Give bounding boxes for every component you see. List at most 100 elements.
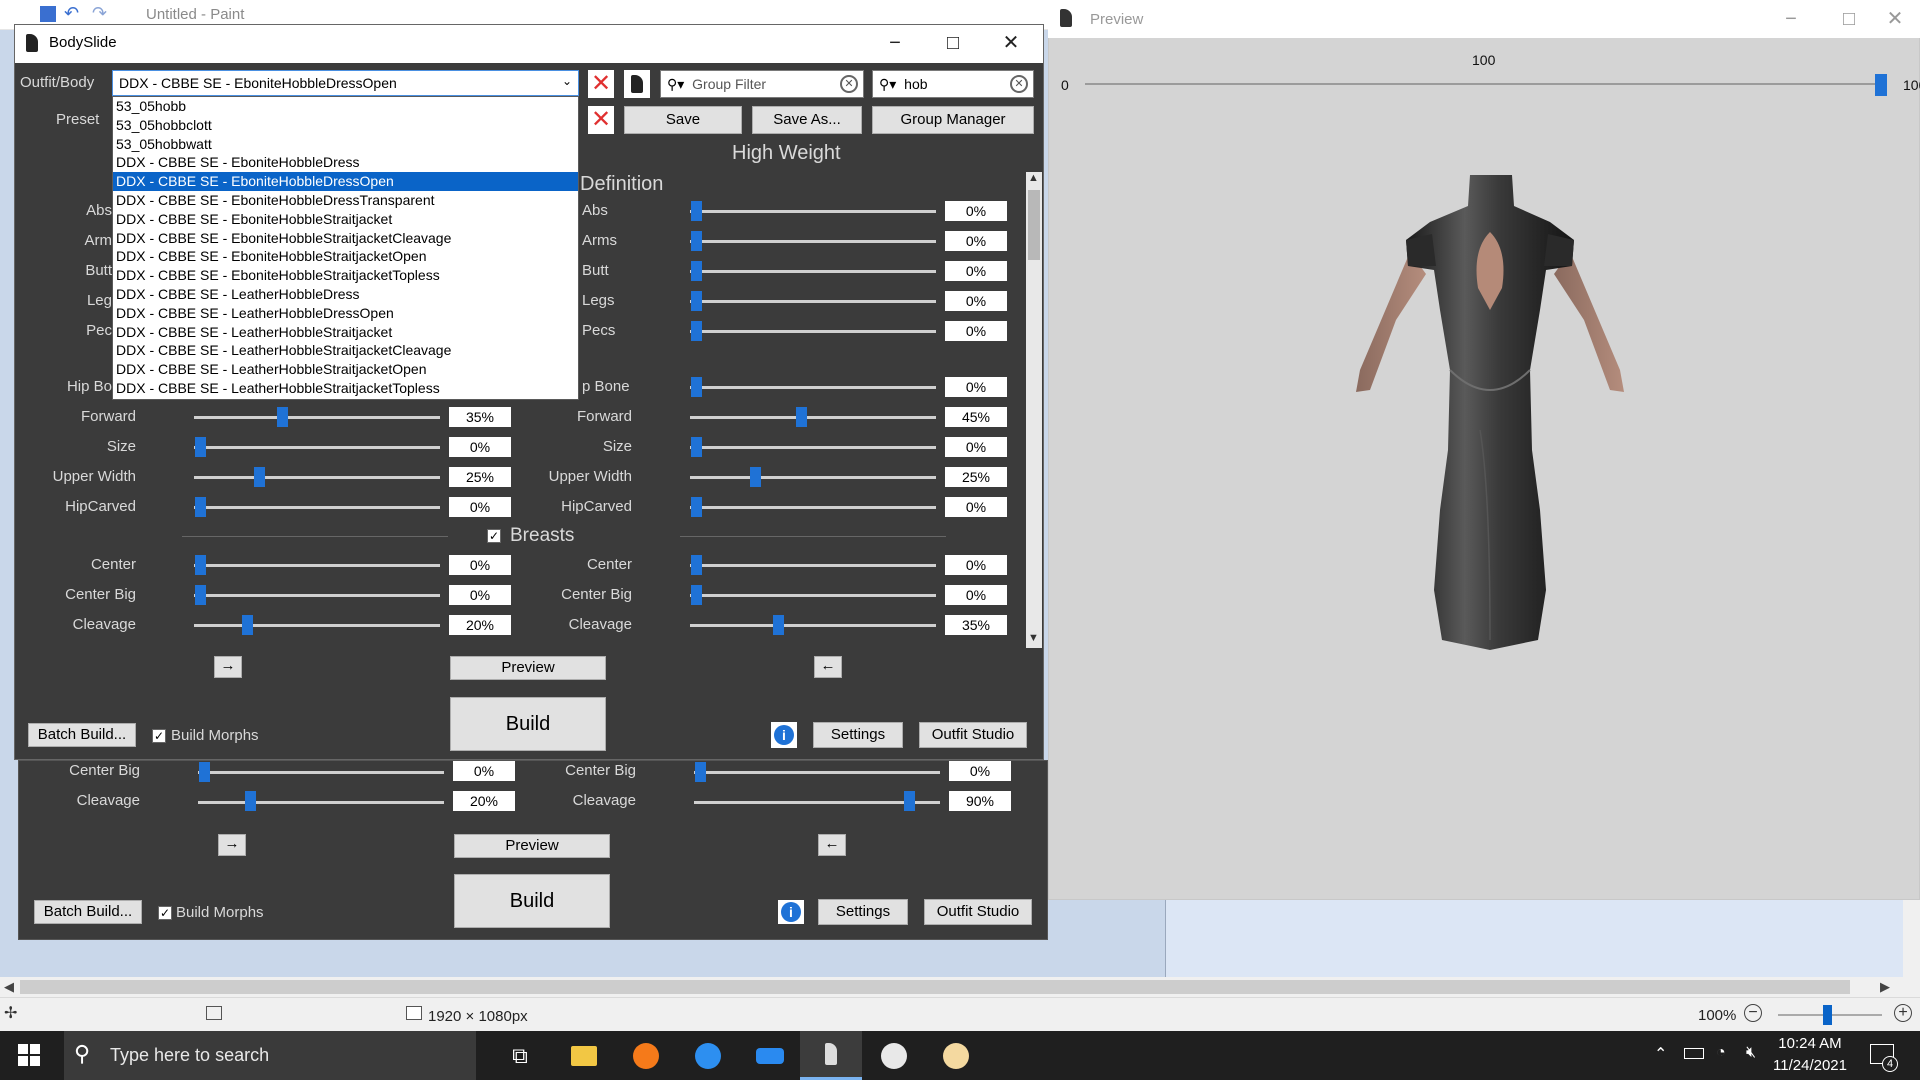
hip-left-value[interactable]: 0% xyxy=(449,437,511,457)
right-definition-value[interactable]: 0% xyxy=(945,261,1007,281)
scroll-down-icon[interactable]: ▼ xyxy=(1028,632,1039,644)
hip-left-slider-thumb[interactable] xyxy=(254,467,265,487)
right-definition-value[interactable]: 0% xyxy=(945,321,1007,341)
taskbar-clock-date[interactable]: 11/24/2021 xyxy=(1768,1057,1852,1074)
outfit-dropdown-item[interactable]: DDX - CBBE SE - EboniteHobbleDressOpen xyxy=(113,172,578,191)
back-batch-build-button[interactable]: Batch Build... xyxy=(34,900,142,924)
firefox-icon[interactable] xyxy=(630,1040,662,1072)
hip-left-slider-thumb[interactable] xyxy=(195,497,206,517)
clear-outfit-filter-icon[interactable]: ✕ xyxy=(1010,75,1028,93)
outfit-dropdown-item[interactable]: 53_05hobbclott xyxy=(113,116,578,135)
outfit-dropdown-item[interactable]: DDX - CBBE SE - LeatherHobbleStraitjacke… xyxy=(113,341,578,360)
breast-right-slider-thumb[interactable] xyxy=(691,585,702,605)
clear-preset-button[interactable]: ✕ xyxy=(588,106,614,134)
show-hidden-icons-icon[interactable]: ⌃ xyxy=(1654,1044,1667,1064)
outfit-dropdown-item[interactable]: DDX - CBBE SE - EboniteHobbleStraitjacke… xyxy=(113,210,578,229)
right-definition-slider-thumb[interactable] xyxy=(691,231,702,251)
scroll-up-icon[interactable]: ▲ xyxy=(1028,172,1039,184)
outfit-dropdown-item[interactable]: DDX - CBBE SE - LeatherHobbleDressOpen xyxy=(113,304,578,323)
breast-right-value[interactable]: 35% xyxy=(945,615,1007,635)
breasts-checkbox[interactable]: ✓ xyxy=(487,529,501,543)
save-as-button[interactable]: Save As... xyxy=(752,106,862,134)
breast-left-slider-thumb[interactable] xyxy=(195,555,206,575)
hip-left-slider[interactable] xyxy=(194,416,440,419)
breast-left-value[interactable]: 0% xyxy=(449,585,511,605)
file-explorer-icon[interactable] xyxy=(568,1040,600,1072)
preview-close-button[interactable]: ✕ xyxy=(1872,4,1918,34)
outfit-dropdown-item[interactable]: 53_05hobbwatt xyxy=(113,135,578,154)
right-definition-slider[interactable] xyxy=(690,240,936,243)
save-icon[interactable] xyxy=(40,6,56,22)
settings-button[interactable]: Settings xyxy=(813,722,903,748)
build-button[interactable]: Build xyxy=(450,697,606,751)
hip-right-slider-thumb[interactable] xyxy=(750,467,761,487)
back-left-slider[interactable] xyxy=(198,771,444,774)
breast-right-slider-thumb[interactable] xyxy=(773,615,784,635)
breast-right-value[interactable]: 0% xyxy=(945,585,1007,605)
bodyslide-minimize-button[interactable]: − xyxy=(872,28,918,58)
right-definition-value[interactable]: 0% xyxy=(945,201,1007,221)
hip-right-slider[interactable] xyxy=(690,416,936,419)
outfit-body-dropdown[interactable]: DDX - CBBE SE - EboniteHobbleDressOpen ⌄ xyxy=(112,70,579,96)
arrow-left-button[interactable]: ← xyxy=(814,656,842,678)
outfit-dropdown-item[interactable]: DDX - CBBE SE - EboniteHobbleDress xyxy=(113,153,578,172)
zoom-in-icon[interactable]: + xyxy=(1894,1004,1912,1022)
breast-left-slider[interactable] xyxy=(194,564,440,567)
back-left-slider[interactable] xyxy=(198,801,444,804)
back-preview-button[interactable]: Preview xyxy=(454,834,610,858)
slider-panel-scroll-thumb[interactable] xyxy=(1028,190,1040,260)
back-left-slider-thumb[interactable] xyxy=(245,791,256,811)
outfit-dropdown-item[interactable]: DDX - CBBE SE - LeatherHobbleStraitjacke… xyxy=(113,379,578,398)
outfit-dropdown-item[interactable]: 53_05hobb xyxy=(113,97,578,116)
right-hip-bone-slider-thumb[interactable] xyxy=(691,377,702,397)
taskbar-clock-time[interactable]: 10:24 AM xyxy=(1768,1035,1852,1052)
task-view-icon[interactable]: ⧉ xyxy=(504,1040,536,1072)
group-manager-button[interactable]: Group Manager xyxy=(872,106,1034,134)
hip-right-slider[interactable] xyxy=(690,506,936,509)
undo-icon[interactable]: ↶ xyxy=(64,3,79,24)
breast-right-slider[interactable] xyxy=(690,564,936,567)
back-build-morphs-checkbox[interactable]: ✓ xyxy=(158,906,172,920)
preview-minimize-button[interactable]: − xyxy=(1768,4,1814,34)
hip-right-slider-thumb[interactable] xyxy=(796,407,807,427)
hip-left-value[interactable]: 25% xyxy=(449,467,511,487)
paint-taskbar-icon[interactable] xyxy=(878,1040,910,1072)
build-morphs-checkbox[interactable]: ✓ xyxy=(152,729,166,743)
outfit-filter-icon[interactable] xyxy=(624,70,650,98)
hip-left-slider[interactable] xyxy=(194,446,440,449)
breast-right-value[interactable]: 0% xyxy=(945,555,1007,575)
back-settings-button[interactable]: Settings xyxy=(818,899,908,925)
right-hip-bone-slider[interactable] xyxy=(690,386,936,389)
right-definition-slider[interactable] xyxy=(690,330,936,333)
hip-right-slider-thumb[interactable] xyxy=(691,437,702,457)
outfit-dropdown-item[interactable]: DDX - CBBE SE - LeatherHobbleDress xyxy=(113,285,578,304)
clear-group-filter-icon[interactable]: ✕ xyxy=(840,75,858,93)
back-outfit-studio-button[interactable]: Outfit Studio xyxy=(924,899,1032,925)
back-arrow-left-button[interactable]: ← xyxy=(818,834,846,856)
preview-weight-slider[interactable] xyxy=(1085,83,1885,85)
right-definition-slider-thumb[interactable] xyxy=(691,201,702,221)
outfit-dropdown-list[interactable]: 53_05hobb 53_05hobbclott 53_05hobbwatt DDX … xyxy=(112,96,579,400)
back-build-button[interactable]: Build xyxy=(454,874,610,928)
breast-left-slider[interactable] xyxy=(194,624,440,627)
back-left-slider-thumb[interactable] xyxy=(199,762,210,782)
preview-weight-slider-thumb[interactable] xyxy=(1875,74,1887,96)
redo-icon[interactable]: ↷ xyxy=(92,3,107,24)
back-right-slider-thumb[interactable] xyxy=(904,791,915,811)
hip-right-value[interactable]: 45% xyxy=(945,407,1007,427)
right-definition-slider[interactable] xyxy=(690,300,936,303)
back-right-value[interactable]: 0% xyxy=(949,761,1011,781)
volume-muted-icon[interactable]: 🔇︎ xyxy=(1746,1044,1756,1062)
app-icon[interactable] xyxy=(754,1040,786,1072)
outfit-dropdown-item[interactable]: DDX - CBBE SE - EboniteHobbleStraitjacke… xyxy=(113,229,578,248)
right-definition-slider-thumb[interactable] xyxy=(691,321,702,341)
hip-right-slider-thumb[interactable] xyxy=(691,497,702,517)
breast-right-slider[interactable] xyxy=(690,624,936,627)
hip-left-slider-thumb[interactable] xyxy=(195,437,206,457)
scroll-right-icon[interactable]: ▶ xyxy=(1880,979,1890,995)
right-definition-value[interactable]: 0% xyxy=(945,291,1007,311)
breast-left-slider-thumb[interactable] xyxy=(195,585,206,605)
dress-model-preview[interactable] xyxy=(1340,170,1640,690)
save-button[interactable]: Save xyxy=(624,106,742,134)
right-definition-slider[interactable] xyxy=(690,210,936,213)
